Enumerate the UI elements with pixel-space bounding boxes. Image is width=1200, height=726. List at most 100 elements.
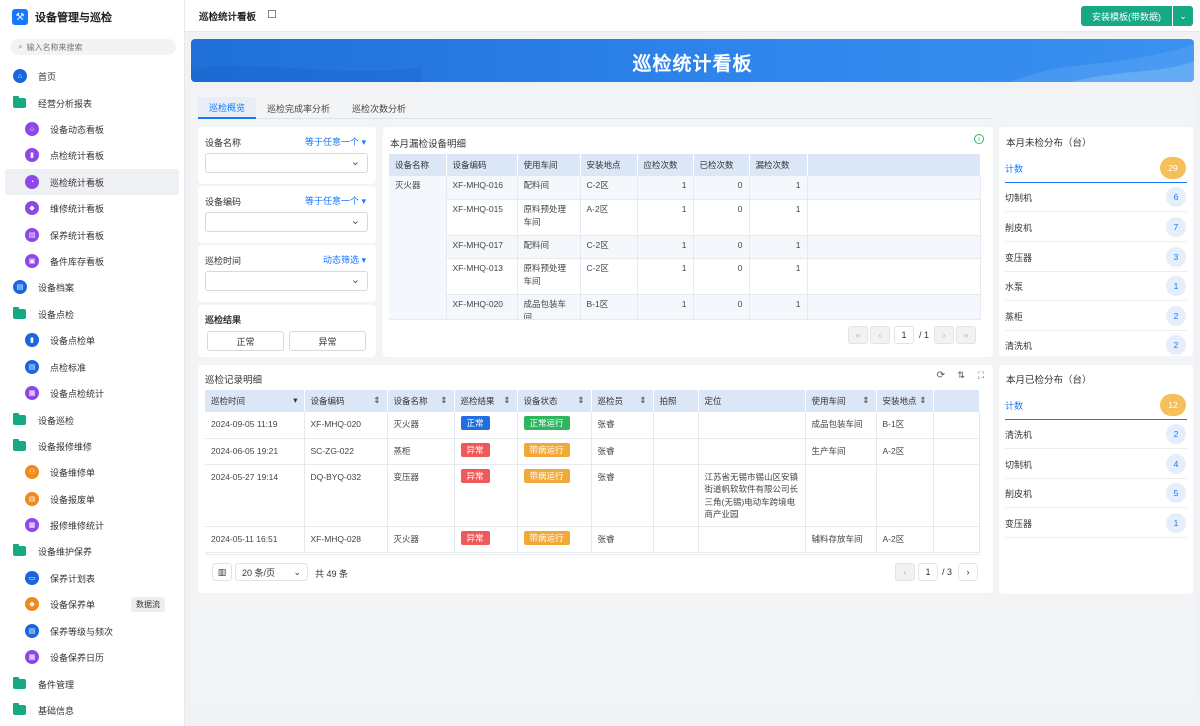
column-header[interactable]: 设备名称: [389, 154, 447, 176]
column-settings-icon[interactable]: ▥: [212, 563, 232, 581]
time-select[interactable]: [205, 271, 368, 291]
result-abnormal-button[interactable]: 异常: [289, 331, 366, 351]
sidebar-item-label: 备件管理: [38, 679, 75, 690]
table-row[interactable]: 2024-06-05 19:21 SC-ZG-022 蒸柜 异常 带病运行 张睿…: [205, 438, 980, 465]
expand-icon[interactable]: [268, 10, 276, 18]
sidebar-item-spareparts-dashboard[interactable]: ▣ 备件库存看板: [5, 248, 179, 274]
last-page-button[interactable]: »: [956, 326, 976, 344]
sidebar-item-basic-info[interactable]: 基础信息: [5, 697, 179, 723]
table-row[interactable]: 2024-09-05 11:19 XF-MHQ-020 灭火器 正常 正常运行 …: [205, 412, 980, 439]
first-page-button[interactable]: «: [848, 326, 868, 344]
tab-count-analysis[interactable]: 巡检次数分析: [341, 97, 417, 119]
next-page-button[interactable]: ›: [934, 326, 954, 344]
table-row[interactable]: XF-MHQ-015 原料预处理车间 A-2区 1 0 1: [389, 199, 981, 236]
cell: 2024-06-05 19:21: [205, 438, 305, 465]
sidebar-item-inspection-dashboard[interactable]: ◔ 巡检统计看板: [5, 169, 179, 195]
sidebar-item-inspection[interactable]: 设备巡检: [5, 407, 179, 433]
column-header[interactable]: 设备名称 ⇕: [387, 390, 455, 412]
list-item[interactable]: 变压器 3: [1005, 243, 1187, 272]
column-header[interactable]: 拍照: [653, 390, 699, 412]
filter-mode-select[interactable]: 等于任意一个 ▾: [305, 194, 366, 207]
sidebar-item-maintenance-orders[interactable]: ◆ 设备保养单 数据流: [5, 591, 179, 617]
sidebar-item-spotcheck[interactable]: 设备点检: [5, 301, 179, 327]
sidebar-item-device-archive[interactable]: ▤ 设备档案: [5, 274, 179, 300]
list-head[interactable]: 计数 29: [1005, 154, 1187, 183]
sidebar-item-maintenance-dashboard[interactable]: ▤ 保养统计看板: [5, 222, 179, 248]
count-badge: 5: [1166, 483, 1186, 503]
column-header[interactable]: 已检次数: [693, 154, 750, 176]
sidebar-item-spotcheck-stats[interactable]: ▦ 设备点检统计: [5, 380, 179, 406]
sidebar-item-repair[interactable]: 设备报修维修: [5, 433, 179, 459]
search-input[interactable]: [26, 42, 157, 52]
device-code-select[interactable]: [205, 212, 368, 232]
filter-mode-select[interactable]: 动态筛选 ▾: [323, 253, 366, 266]
column-header[interactable]: 巡检结果 ⇕: [454, 390, 518, 412]
photo-cell: [653, 412, 699, 439]
column-header[interactable]: 使用车间 ⇕: [805, 390, 877, 412]
list-item[interactable]: 清洗机 2: [1005, 331, 1187, 356]
result-normal-button[interactable]: 正常: [207, 331, 284, 351]
list-head[interactable]: 计数 12: [1005, 391, 1187, 420]
tab-inspection-dashboard[interactable]: 巡检统计看板: [193, 6, 262, 26]
device-name-select[interactable]: [205, 153, 368, 173]
next-page-button[interactable]: ›: [958, 563, 978, 581]
list-item[interactable]: 水泵 1: [1005, 272, 1187, 301]
list-item[interactable]: 清洗机 2: [1005, 420, 1187, 449]
sidebar-item-spotcheck-orders[interactable]: ▮ 设备点检单: [5, 327, 179, 353]
sidebar-item-maintenance-plan[interactable]: ▭ 保养计划表: [5, 565, 179, 591]
table-row[interactable]: XF-MHQ-020 成品包装车间 B-1区 1 0 1: [389, 294, 981, 319]
brand[interactable]: ⚒ 设备管理与巡检: [12, 8, 112, 26]
column-header[interactable]: 设备编码 ⇕: [304, 390, 388, 412]
column-header[interactable]: 安装地点 ⇕: [876, 390, 934, 412]
prev-page-button[interactable]: ‹: [895, 563, 915, 581]
tab-overview[interactable]: 巡检概览: [198, 97, 257, 119]
page-size-select[interactable]: 20 条/页 ⌄: [235, 563, 308, 581]
install-template-button[interactable]: 安装模板(带数据): [1081, 6, 1172, 26]
chevron-down-icon[interactable]: ⌄: [1173, 6, 1193, 26]
column-header[interactable]: 使用车间: [517, 154, 581, 176]
sidebar-item-repair-stats[interactable]: ▦ 报修维修统计: [5, 512, 179, 538]
column-header[interactable]: 定位: [698, 390, 806, 412]
filter-mode-select[interactable]: 等于任意一个 ▾: [305, 135, 366, 148]
table-row[interactable]: 2024-05-27 19:14 DQ-BYQ-032 变压器 异常 带病运行 …: [205, 464, 980, 527]
sidebar-item-repair-orders[interactable]: ⚇ 设备维修单: [5, 459, 179, 485]
column-header[interactable]: 设备编码: [446, 154, 518, 176]
sort-icon[interactable]: ⇅: [957, 370, 965, 381]
sidebar-item-maintenance[interactable]: 设备维护保养: [5, 538, 179, 564]
sidebar-item-business-reports[interactable]: 经营分析报表: [5, 90, 179, 116]
list-item[interactable]: 切制机 4: [1005, 450, 1187, 479]
list-item[interactable]: 蒸柜 2: [1005, 302, 1187, 331]
sidebar-item-maintenance-calendar[interactable]: ▦ 设备保养日历: [5, 644, 179, 670]
column-header[interactable]: 巡检时间 ▾: [205, 390, 305, 412]
column-header[interactable]: 安装地点: [580, 154, 638, 176]
page-input[interactable]: 1: [918, 563, 938, 581]
sidebar-item-repair-dashboard[interactable]: ◆ 维修统计看板: [5, 195, 179, 221]
table-row[interactable]: XF-MHQ-013 原料预处理车间 C-2区 1 0 1: [389, 258, 981, 295]
column-header[interactable]: 巡检员 ⇕: [591, 390, 654, 412]
info-icon[interactable]: i: [974, 134, 984, 144]
column-header[interactable]: 设备状态 ⇕: [517, 390, 592, 412]
page-input[interactable]: 1: [894, 326, 914, 344]
list-item[interactable]: 削皮机 7: [1005, 213, 1187, 242]
sidebar-item-spare-parts[interactable]: 备件管理: [5, 671, 179, 697]
fullscreen-icon[interactable]: ⛶: [978, 370, 984, 381]
column-header[interactable]: 应检次数: [637, 154, 694, 176]
sidebar-item-home[interactable]: ⌂ 首页: [5, 63, 179, 89]
table-row[interactable]: XF-MHQ-017 配料间 C-2区 1 0 1: [389, 235, 981, 259]
list-item[interactable]: 削皮机 5: [1005, 479, 1187, 508]
sidebar-item-scrap-orders[interactable]: ▤ 设备报废单: [5, 486, 179, 512]
tab-completion-analysis[interactable]: 巡检完成率分析: [256, 97, 341, 119]
list-item[interactable]: 切制机 6: [1005, 183, 1187, 212]
sidebar-item-spotcheck-dashboard[interactable]: ▮ 点检统计看板: [5, 142, 179, 168]
refresh-icon[interactable]: ⟳: [937, 370, 945, 381]
column-header[interactable]: 漏检次数: [749, 154, 808, 176]
sidebar-item-maintenance-levels[interactable]: ▤ 保养等级与频次: [5, 618, 179, 644]
filter-result: 巡检结果 正常 异常: [198, 305, 376, 357]
sidebar-item-spotcheck-standard[interactable]: ▤ 点检标准: [5, 354, 179, 380]
list-item[interactable]: 变压器 1: [1005, 509, 1187, 538]
sidebar-item-device-dashboard[interactable]: ⌂ 设备动态看板: [5, 116, 179, 142]
search-box[interactable]: ⌕: [10, 39, 176, 55]
table-row[interactable]: 2024-05-11 16:51 XF-MHQ-028 灭火器 异常 带病运行 …: [205, 526, 980, 553]
table-row[interactable]: 灭火器 XF-MHQ-016 配料间 C-2区 1 0 1: [389, 176, 981, 319]
prev-page-button[interactable]: ‹: [870, 326, 890, 344]
